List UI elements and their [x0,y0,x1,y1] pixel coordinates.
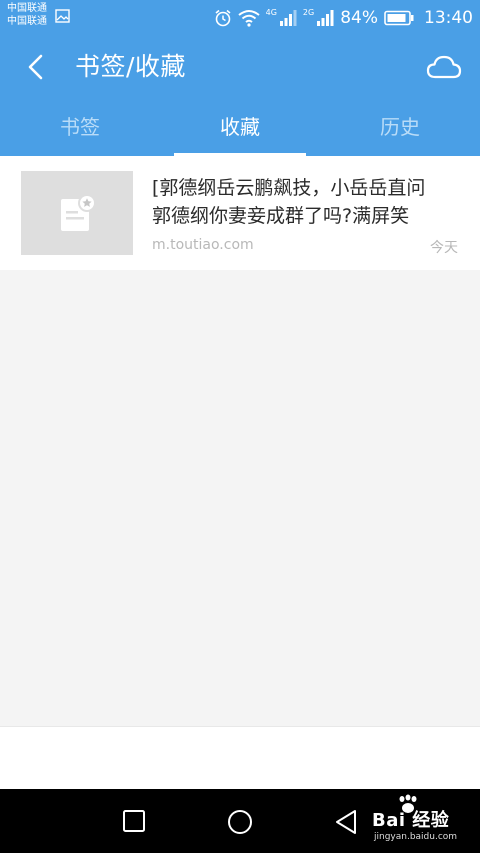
recent-apps-icon[interactable] [122,809,146,833]
favorites-list: [郭德纲岳云鹏飙技，小岳岳直问 郭德纲你妻妾成群了吗?满屏笑 m.toutiao… [0,156,480,270]
favorite-article-icon [61,194,96,231]
article-title: [郭德纲岳云鹏飙技，小岳岳直问 郭德纲你妻妾成群了吗?满屏笑 [152,174,466,230]
cloud-sync-icon[interactable] [426,54,462,80]
app-bar: 书签/收藏 [0,36,480,98]
alarm-icon [215,9,231,27]
carrier-label-2: 中国联通 [7,16,47,27]
article-source: m.toutiao.com [152,237,254,253]
status-bar: 中国联通 中国联通 4G 2G 84% 13:40 [0,0,480,36]
back-nav-icon[interactable] [334,809,358,835]
network-type-1: 4G [265,7,277,17]
battery-percent: 84% [340,8,378,28]
signal-icon-2 [317,10,334,26]
tab-bookmarks[interactable]: 书签 [0,98,160,156]
watermark-sub: jingyan.baidu.com [374,832,458,842]
home-icon[interactable] [227,809,253,835]
article-thumbnail [21,171,133,255]
paw-logo-icon [399,794,417,813]
tab-favorites[interactable]: 收藏 [160,98,320,156]
page-title: 书签/收藏 [75,52,186,81]
article-title-line-2: 郭德纲你妻妾成群了吗?满屏笑 [152,205,410,227]
wifi-icon [237,10,260,27]
battery-icon [384,10,414,26]
empty-area [0,270,480,726]
carrier-label-1: 中国联通 [7,3,47,14]
signal-icon-1 [279,10,297,26]
tab-history[interactable]: 历史 [320,98,480,156]
image-notification-icon [55,9,70,23]
network-type-2: 2G [302,7,315,17]
article-time: 今天 [430,240,458,256]
baidu-jingyan-watermark: Bai 经验 jingyan.baidu.com [372,794,458,842]
list-item[interactable]: [郭德纲岳云鹏飙技，小岳岳直问 郭德纲你妻妾成群了吗?满屏笑 m.toutiao… [0,156,480,270]
tab-bar: 书签 收藏 历史 [0,98,480,156]
clock: 13:40 [424,8,473,28]
article-title-line-1: [郭德纲岳云鹏飙技，小岳岳直问 [152,177,426,199]
bottom-area [0,726,480,790]
back-arrow-icon[interactable] [24,54,48,80]
carrier-info: 中国联通 中国联通 [7,2,47,28]
status-icons: 4G 2G 84% 13:40 [214,6,473,30]
